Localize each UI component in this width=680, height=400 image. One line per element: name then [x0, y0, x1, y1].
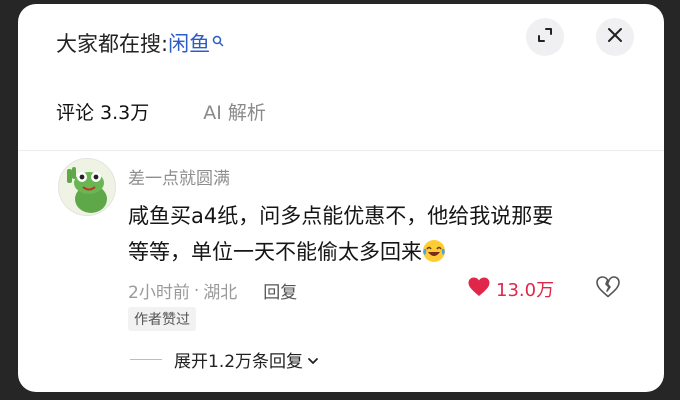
comment-username[interactable]: 差一点就圆满 — [128, 164, 230, 189]
comment-meta: 2小时前 · 湖北 回复 — [128, 278, 297, 304]
meta-separator: · — [193, 280, 200, 301]
search-suggestion-keyword[interactable]: 闲鱼 — [168, 28, 210, 58]
divider — [18, 150, 664, 151]
like-button[interactable]: 13.0万 — [468, 276, 554, 302]
dislike-button[interactable] — [596, 276, 620, 302]
heart-icon — [468, 277, 490, 301]
tab-bar: 评论 3.3万 AI 解析 — [56, 98, 320, 125]
tab-comments[interactable]: 评论 3.3万 — [56, 98, 149, 125]
comment-text-line-1: 咸鱼买a4纸，问多点能优惠不，他给我说那要 — [128, 204, 554, 228]
expand-replies-button[interactable]: 展开1.2万条回复 — [130, 347, 319, 372]
reply-button[interactable]: 回复 — [263, 278, 297, 303]
screen-frame: 大家都在搜: 闲鱼 评论 3.3万 AI 解析 差一点就圆满 咸鱼买a4纸，问多… — [0, 0, 680, 400]
tab-ai-analysis[interactable]: AI 解析 — [203, 98, 266, 125]
comment-text-line-2: 等等，单位一天不能偷太多回来 — [128, 234, 628, 274]
comment-text-line-2-content: 等等，单位一天不能偷太多回来 — [128, 240, 422, 264]
expand-button[interactable] — [526, 18, 564, 56]
comment-time: 2小时前 — [128, 283, 190, 303]
expand-replies-line — [130, 359, 162, 360]
comments-panel: 大家都在搜: 闲鱼 评论 3.3万 AI 解析 差一点就圆满 咸鱼买a4纸，问多… — [18, 4, 664, 392]
laughing-crying-emoji-icon — [422, 238, 446, 274]
close-icon — [607, 27, 623, 47]
avatar[interactable] — [58, 158, 116, 216]
like-count: 13.0万 — [496, 280, 555, 301]
broken-heart-icon — [596, 276, 620, 302]
comment-location: 湖北 — [203, 283, 238, 303]
expand-icon — [536, 26, 554, 48]
expand-replies-label: 展开1.2万条回复 — [174, 352, 304, 372]
comment-text: 咸鱼买a4纸，问多点能优惠不，他给我说那要 等等，单位一天不能偷太多回来 — [128, 198, 628, 274]
search-suggestion[interactable]: 大家都在搜: 闲鱼 — [56, 28, 224, 58]
close-button[interactable] — [596, 18, 634, 56]
author-liked-badge: 作者赞过 — [128, 307, 196, 331]
search-suggestion-prefix: 大家都在搜: — [56, 32, 169, 56]
chevron-down-icon — [307, 351, 319, 371]
search-icon — [212, 28, 224, 52]
